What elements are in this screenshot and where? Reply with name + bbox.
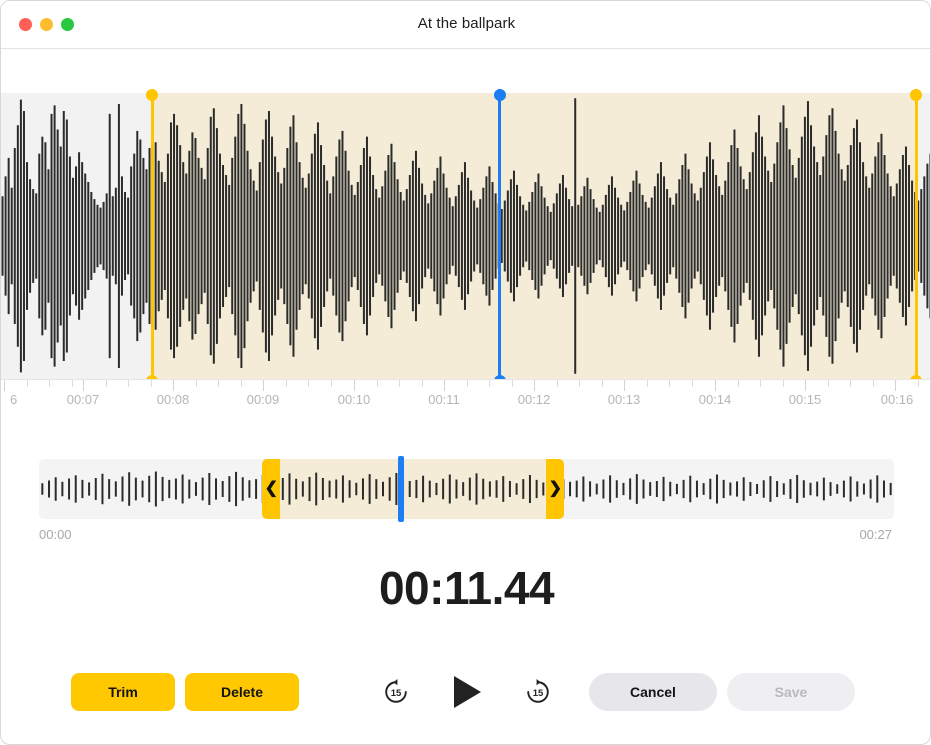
ruler-tick-minor	[72, 380, 73, 387]
ruler-tick-major	[263, 380, 264, 391]
trim-handle-end[interactable]	[915, 89, 918, 387]
ruler-label: 6	[10, 392, 17, 407]
ruler-tick-minor	[467, 380, 468, 387]
ruler-tick-major	[895, 380, 896, 391]
ruler-tick-minor	[760, 380, 761, 387]
play-button[interactable]	[450, 674, 484, 710]
ruler-tick-minor	[128, 380, 129, 387]
svg-text:15: 15	[391, 688, 402, 699]
playhead-knob-top[interactable]	[494, 89, 506, 101]
ruler-label: 00:09	[247, 392, 280, 407]
ruler-label: 00:15	[789, 392, 822, 407]
ruler-tick-major	[4, 380, 5, 391]
skip-forward-15-button[interactable]: 15	[523, 677, 553, 707]
playhead-overview[interactable]	[398, 456, 404, 522]
ruler-tick-major	[534, 380, 535, 391]
ruler-tick-minor	[422, 380, 423, 387]
transport-toolbar: Trim Delete 15	[1, 673, 931, 729]
ruler-label: 00:08	[157, 392, 190, 407]
ruler-label: 00:11	[428, 392, 460, 407]
chevron-left-icon: ❮	[265, 481, 278, 497]
waveform-overview[interactable]	[39, 459, 894, 519]
ruler-tick-major	[805, 380, 806, 391]
play-icon	[450, 674, 484, 710]
ruler-tick-major	[624, 380, 625, 391]
ruler-tick-minor	[557, 380, 558, 387]
skip-back-15-icon: 15	[381, 677, 411, 707]
trim-handle-start[interactable]	[151, 89, 154, 387]
ruler-tick-minor	[873, 380, 874, 387]
overview-start-time: 00:00	[39, 527, 72, 542]
save-button: Save	[727, 673, 855, 711]
chevron-right-icon: ❯	[549, 481, 562, 497]
title-bar: At the ballpark	[1, 1, 931, 49]
ruler-label: 00:07	[67, 392, 100, 407]
ruler-label: 00:13	[608, 392, 641, 407]
ruler-tick-minor	[308, 380, 309, 387]
ruler-tick-minor	[286, 380, 287, 387]
ruler-label: 00:14	[699, 392, 732, 407]
audio-editor-window: At the ballpark 6 00:07 00:08 00:09 00:10 00:…	[0, 0, 931, 745]
ruler-tick-minor	[331, 380, 332, 387]
overview-handle-end[interactable]: ❯	[546, 459, 564, 519]
ruler-tick-minor	[399, 380, 400, 387]
time-ruler: 6 00:07 00:08 00:09 00:10 00:11 00:12 00:13 00:1…	[1, 379, 931, 419]
waveform-overview-bars	[39, 459, 894, 519]
ruler-tick-minor	[218, 380, 219, 387]
delete-button[interactable]: Delete	[185, 673, 299, 711]
ruler-tick-minor	[783, 380, 784, 387]
ruler-tick-minor	[151, 380, 152, 387]
overview-end-time: 00:27	[859, 527, 892, 542]
ruler-tick-minor	[850, 380, 851, 387]
current-time-display: 00:11.44	[1, 561, 931, 615]
ruler-tick-minor	[49, 380, 50, 387]
ruler-tick-minor	[241, 380, 242, 387]
ruler-tick-minor	[692, 380, 693, 387]
ruler-tick-minor	[669, 380, 670, 387]
ruler-label: 00:12	[518, 392, 551, 407]
skip-back-15-button[interactable]: 15	[381, 677, 411, 707]
ruler-tick-minor	[377, 380, 378, 387]
ruler-tick-minor	[27, 380, 28, 387]
ruler-tick-major	[354, 380, 355, 391]
ruler-tick-minor	[106, 380, 107, 387]
ruler-tick-minor	[196, 380, 197, 387]
trim-button[interactable]: Trim	[71, 673, 175, 711]
ruler-tick-minor	[602, 380, 603, 387]
waveform-detail-view[interactable]	[1, 93, 931, 379]
ruler-tick-major	[444, 380, 445, 391]
ruler-tick-minor	[579, 380, 580, 387]
overview-handle-start[interactable]: ❮	[262, 459, 280, 519]
ruler-tick-minor	[918, 380, 919, 387]
cancel-button[interactable]: Cancel	[589, 673, 717, 711]
playhead-detail[interactable]	[498, 89, 501, 387]
ruler-label: 00:10	[338, 392, 371, 407]
skip-forward-15-icon: 15	[523, 677, 553, 707]
ruler-tick-minor	[647, 380, 648, 387]
waveform-detail-bars	[1, 93, 931, 379]
svg-text:15: 15	[533, 688, 544, 699]
ruler-tick-minor	[512, 380, 513, 387]
window-title: At the ballpark	[1, 15, 931, 32]
playback-controls: 15 15	[381, 673, 553, 711]
ruler-tick-minor	[738, 380, 739, 387]
ruler-tick-minor	[489, 380, 490, 387]
ruler-tick-minor	[828, 380, 829, 387]
ruler-tick-major	[173, 380, 174, 391]
ruler-tick-major	[83, 380, 84, 391]
ruler-tick-major	[715, 380, 716, 391]
ruler-label: 00:16	[881, 392, 914, 407]
